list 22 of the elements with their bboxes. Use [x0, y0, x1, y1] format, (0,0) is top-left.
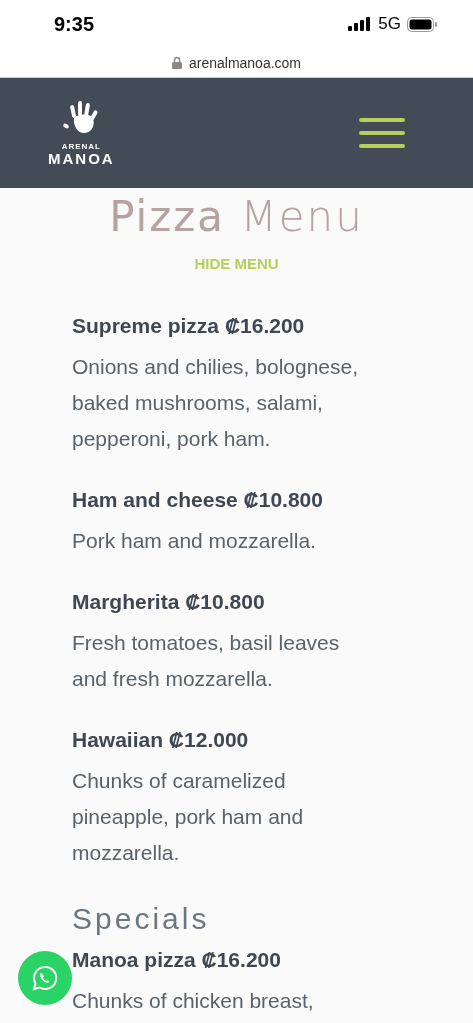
signal-icon	[348, 17, 373, 31]
status-time: 9:35	[54, 12, 95, 36]
item-title: Ham and cheese ₡10.800	[72, 488, 324, 512]
chat-phone-icon	[31, 964, 59, 992]
logo-subtitle: ARENAL	[61, 142, 101, 151]
network-label: 5G	[378, 14, 401, 34]
lock-icon	[171, 56, 182, 69]
section-heading: Specials	[72, 902, 211, 936]
item-description: Chunks of chicken breast,	[72, 988, 315, 1014]
page-title: Pizza Menu	[108, 192, 365, 241]
menu-icon[interactable]	[359, 118, 405, 148]
item-title: Margherita ₡10.800	[72, 590, 266, 614]
item-title: Supreme pizza ₡16.200	[72, 314, 306, 338]
item-title: Hawaiian ₡12.000	[72, 728, 250, 752]
logo-name: MANOA	[48, 151, 115, 166]
url-text[interactable]: arenalmanoa.com	[188, 54, 302, 71]
item-description: Onions and chilies, bolognese, baked mushrooms, salami, pepperoni, pork ham.	[72, 354, 360, 452]
item-description: Fresh tomatoes, basil leaves and fresh mozzarella.	[72, 630, 341, 692]
item-description: Pork ham and mozzarella.	[72, 528, 317, 554]
battery-icon	[407, 16, 437, 32]
item-title: Manoa pizza ₡16.200	[72, 948, 282, 972]
item-description: Chunks of caramelized pineapple, pork ham and mozzarella.	[72, 768, 305, 866]
